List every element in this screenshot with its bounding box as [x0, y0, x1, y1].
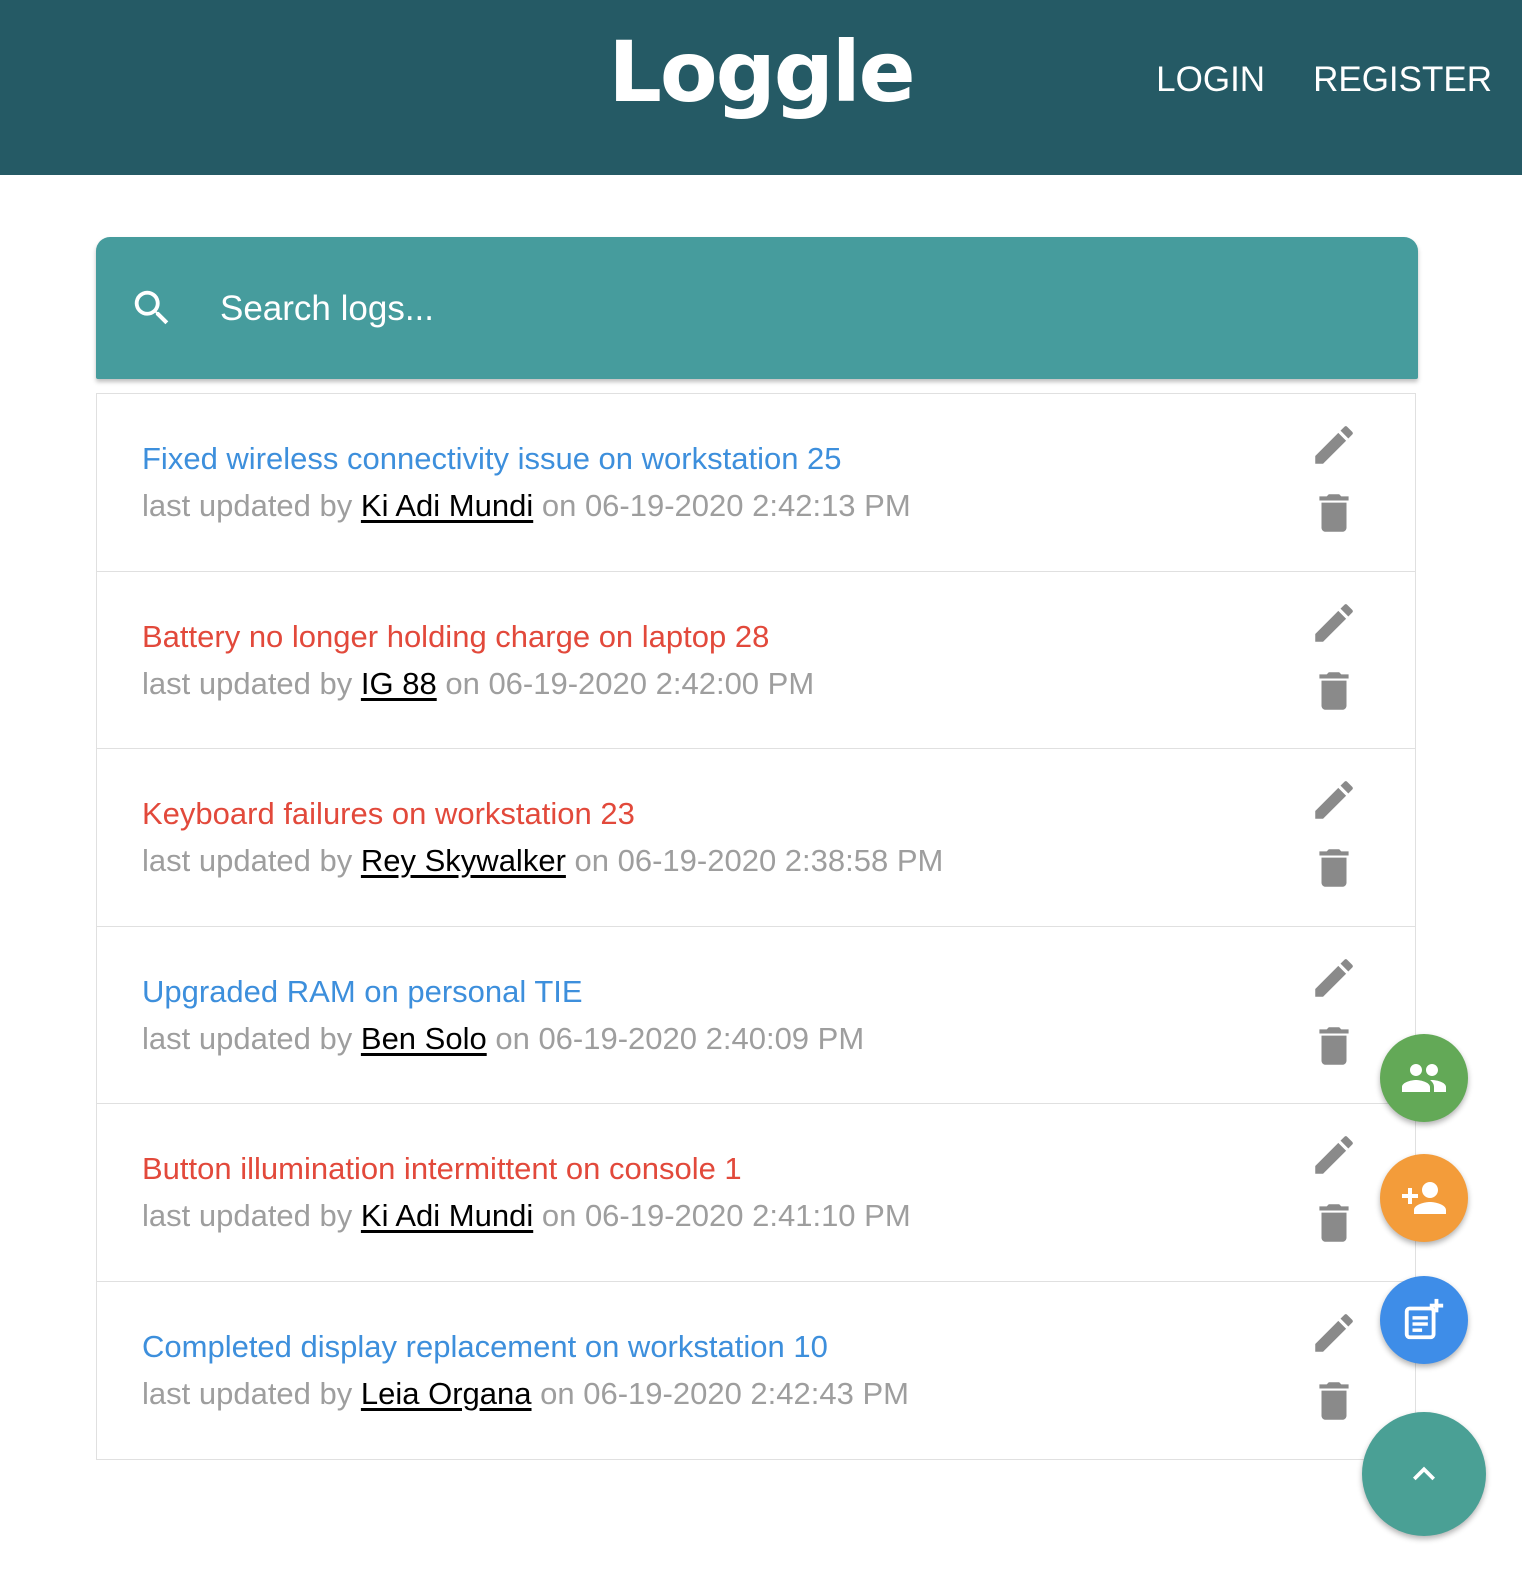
log-meta-prefix: last updated by	[142, 1020, 353, 1056]
nav-links: LOGIN REGISTER	[1156, 62, 1492, 97]
tech-name-link[interactable]: Ki Adi Mundi	[361, 1198, 533, 1233]
log-meta-prefix: last updated by	[142, 488, 353, 523]
edit-log-button[interactable]	[1309, 1130, 1359, 1180]
log-message-link[interactable]: Keyboard failures on workstation 23	[142, 796, 635, 832]
log-meta-prefix: last updated by	[142, 1375, 353, 1411]
edit-log-button[interactable]	[1309, 420, 1359, 470]
pencil-icon	[1315, 426, 1353, 464]
log-date: on 06-19-2020 2:42:00 PM	[445, 665, 815, 701]
trash-icon	[1319, 1026, 1349, 1065]
log-meta: last updated by Rey Skywalker on 06-19-2…	[142, 843, 943, 879]
log-meta-prefix: last updated by	[142, 665, 353, 701]
log-meta: last updated by Ben Solo on 06-19-2020 2…	[142, 1021, 864, 1057]
search-bar	[96, 237, 1418, 379]
pencil-icon	[1315, 781, 1353, 819]
log-date: on 06-19-2020 2:42:43 PM	[540, 1375, 909, 1411]
delete-log-button[interactable]	[1309, 843, 1359, 893]
search-icon[interactable]	[129, 285, 175, 336]
pencil-icon	[1315, 603, 1353, 642]
log-meta: last updated by Ki Adi Mundi on 06-19-20…	[142, 1198, 911, 1234]
log-message-link[interactable]: Battery no longer holding charge on lapt…	[142, 619, 769, 655]
edit-log-button[interactable]	[1309, 1308, 1359, 1358]
login-link[interactable]: LOGIN	[1156, 62, 1265, 97]
add-log-fab-button[interactable]	[1380, 1276, 1468, 1364]
register-link[interactable]: REGISTER	[1313, 62, 1492, 97]
delete-log-button[interactable]	[1309, 488, 1359, 538]
log-message-link[interactable]: Upgraded RAM on personal TIE	[142, 974, 583, 1010]
delete-log-button[interactable]	[1309, 666, 1359, 716]
log-item: Upgraded RAM on personal TIE last update…	[97, 927, 1415, 1104]
log-date: on 06-19-2020 2:38:58 PM	[574, 843, 944, 878]
log-meta-prefix: last updated by	[142, 843, 353, 878]
pencil-icon	[1315, 958, 1353, 997]
delete-log-button[interactable]	[1309, 1198, 1359, 1248]
tech-name-link[interactable]: IG 88	[361, 666, 437, 701]
note-add-icon	[1404, 1298, 1444, 1340]
trash-icon	[1319, 671, 1349, 710]
people-icon	[1402, 1064, 1446, 1092]
tech-name-link[interactable]: Ki Adi Mundi	[361, 488, 533, 523]
log-message-link[interactable]: Fixed wireless connectivity issue on wor…	[142, 441, 842, 477]
tech-name-link[interactable]: Leia Organa	[361, 1376, 532, 1411]
expand-actions-fab-button[interactable]	[1362, 1412, 1486, 1536]
edit-log-button[interactable]	[1309, 775, 1359, 825]
log-list: Fixed wireless connectivity issue on wor…	[96, 393, 1416, 1460]
chevron-up-icon	[1413, 1466, 1435, 1481]
log-item: Button illumination intermittent on cons…	[97, 1104, 1415, 1282]
users-fab-button[interactable]	[1380, 1034, 1468, 1122]
delete-log-button[interactable]	[1309, 1021, 1359, 1071]
edit-log-button[interactable]	[1309, 598, 1359, 648]
log-item: Completed display replacement on worksta…	[97, 1282, 1415, 1460]
add-technician-fab-button[interactable]	[1380, 1154, 1468, 1242]
log-message-link[interactable]: Completed display replacement on worksta…	[142, 1329, 828, 1365]
pencil-icon	[1315, 1136, 1353, 1174]
log-message-link[interactable]: Button illumination intermittent on cons…	[142, 1151, 742, 1187]
person-add-icon	[1402, 1182, 1446, 1214]
navbar: Loggle LOGIN REGISTER	[0, 0, 1522, 175]
trash-icon	[1319, 1204, 1349, 1242]
search-input[interactable]	[218, 273, 1322, 345]
log-date: on 06-19-2020 2:42:13 PM	[541, 488, 911, 523]
log-meta: last updated by Ki Adi Mundi on 06-19-20…	[142, 488, 911, 524]
pencil-icon	[1315, 1313, 1353, 1352]
trash-icon	[1319, 1381, 1349, 1420]
log-item: Keyboard failures on workstation 23 last…	[97, 749, 1415, 927]
trash-icon	[1319, 849, 1349, 887]
trash-icon	[1319, 494, 1349, 532]
log-item: Battery no longer holding charge on lapt…	[97, 572, 1415, 749]
tech-name-link[interactable]: Ben Solo	[361, 1021, 487, 1056]
log-meta-prefix: last updated by	[142, 1198, 353, 1233]
log-item: Fixed wireless connectivity issue on wor…	[97, 394, 1415, 572]
log-meta: last updated by IG 88 on 06-19-2020 2:42…	[142, 666, 814, 702]
tech-name-link[interactable]: Rey Skywalker	[361, 843, 566, 878]
delete-log-button[interactable]	[1309, 1376, 1359, 1426]
edit-log-button[interactable]	[1309, 953, 1359, 1003]
log-date: on 06-19-2020 2:40:09 PM	[495, 1020, 865, 1056]
log-date: on 06-19-2020 2:41:10 PM	[541, 1198, 911, 1233]
log-meta: last updated by Leia Organa on 06-19-202…	[142, 1376, 909, 1412]
